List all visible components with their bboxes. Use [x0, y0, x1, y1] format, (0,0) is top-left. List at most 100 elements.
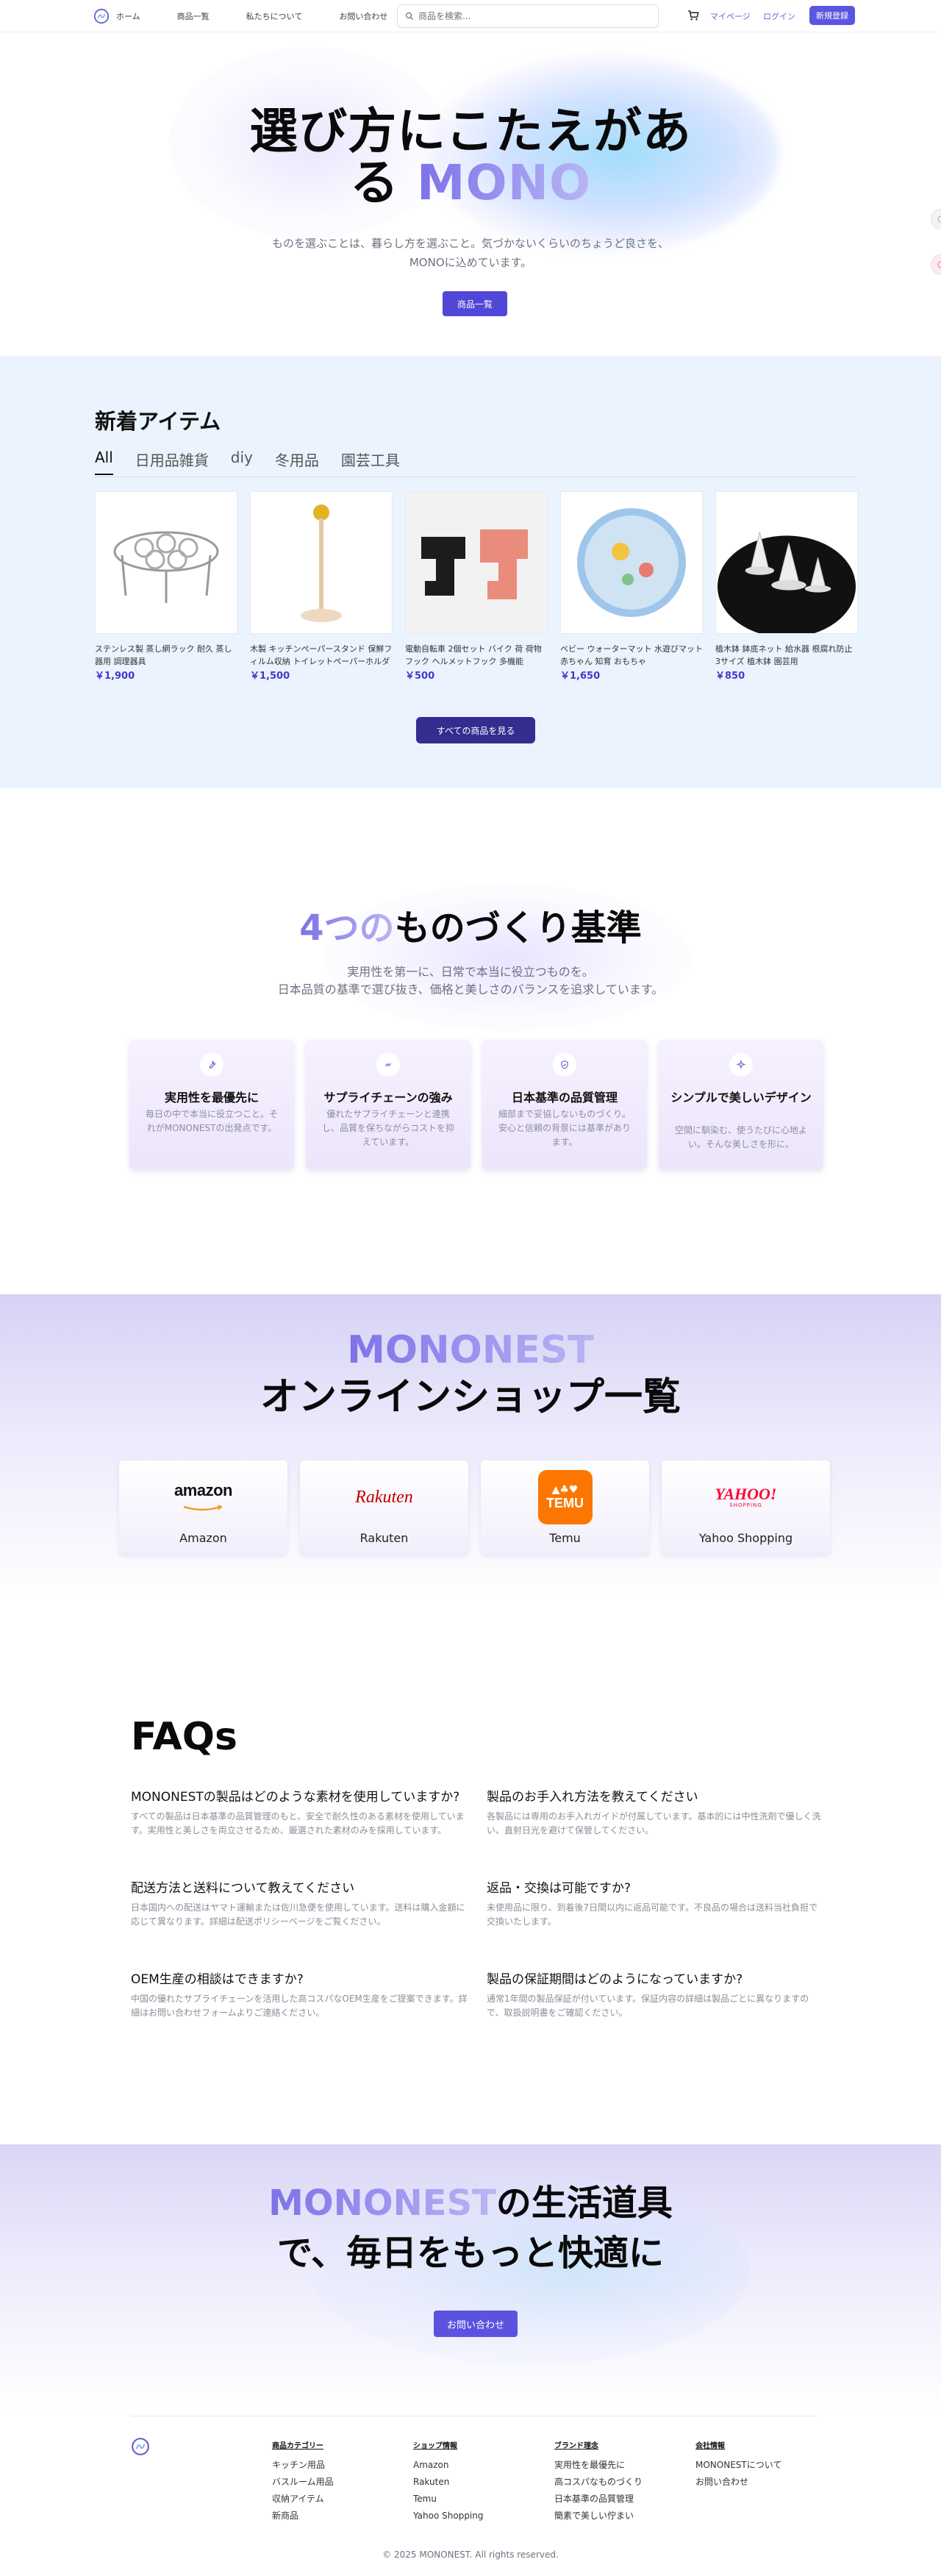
product-name[interactable]: 木製 キッチンペーパースタンド 保鮮フィルム収納 トイレットペーパーホルダー — [250, 643, 393, 668]
yahoo-logo-subtext: SHOPPING — [729, 1502, 762, 1508]
side-widget-icon-2[interactable] — [931, 254, 941, 275]
faq-answer: すべての製品は日本基準の品質管理のもと、安全で耐久性のある素材を使用しています。… — [131, 1811, 465, 1835]
shop-card-rakuten[interactable]: Rakuten Rakuten — [300, 1460, 468, 1555]
footer-link[interactable]: 日本基準の品質管理 — [554, 2491, 643, 2508]
product-image-pot-net[interactable] — [715, 491, 858, 634]
footer-link[interactable]: 収納アイテム — [272, 2491, 334, 2508]
faq-answer: 通常1年間の製品保証が付いています。保証内容の詳細は製品ごとに異なりますので、取… — [487, 1994, 809, 2018]
mypage-link[interactable]: マイページ — [710, 10, 751, 22]
hero-subtitle: ものを選ぶことは、暮らし方を選ぶこと。気づかないくらいのちょうど良さを、 MON… — [221, 234, 720, 272]
main-nav: ホーム 商品一覧 私たちについて お問い合わせ — [116, 0, 424, 32]
product-image-water-mat[interactable] — [560, 491, 703, 634]
product-price: ￥1,900 — [95, 671, 135, 682]
rakuten-logo: Rakuten — [300, 1468, 468, 1527]
criteria-card: シンプルで美しいデザイン 空間に馴染む、使うたびに心地よい。そんな美しさを形に。 — [659, 1040, 823, 1169]
tab-garden-tools[interactable]: 園芸工具 — [341, 449, 400, 471]
tab-all[interactable]: All — [95, 449, 113, 475]
product-card[interactable]: ステンレス製 蒸し網ラック 耐久 蒸し器用 調理器具 ￥1,900 — [95, 491, 237, 682]
criteria-card-desc: 細部まで妥協しないものづくり。安心と信頼の背景には基準があります。 — [498, 1109, 631, 1147]
faq-answer: 未使用品に限り、到着後7日間以内に返品可能です。不良品の場合は送料当社負担で交換… — [487, 1902, 817, 1927]
yahoo-logo-text: YAHOO! — [715, 1485, 777, 1503]
faq-item: 製品のお手入れ方法を教えてください 各製品には専用のお手入れガイドが付属していま… — [487, 1788, 823, 1838]
product-grid: ステンレス製 蒸し網ラック 耐久 蒸し器用 調理器具 ￥1,900 木製 キッチ… — [95, 491, 870, 682]
shop-name[interactable]: Amazon — [119, 1531, 287, 1545]
nav-home[interactable]: ホーム — [116, 10, 140, 22]
criteria-card: 実用性を最優先に 毎日の中で本当に役立つこと。それがMONONESTの出発点です… — [129, 1040, 294, 1169]
product-list-button[interactable]: 商品一覧 — [443, 291, 507, 316]
shield-icon — [553, 1053, 576, 1077]
search-icon — [405, 12, 413, 20]
shops-title-main: オンラインショップ一覧 — [260, 1375, 681, 1419]
shop-card-temu[interactable]: ▲♣♥ TEMU Temu — [481, 1460, 649, 1555]
product-card[interactable]: 電動自転車 2個セット バイク 荷 荷物フック ヘルメットフック 多機能 ￥50… — [405, 491, 548, 682]
search-input[interactable] — [418, 11, 639, 21]
wrench-icon — [200, 1053, 223, 1077]
hero-title-line2: る — [349, 154, 399, 211]
footer-link[interactable]: Yahoo Shopping — [413, 2508, 484, 2525]
product-name[interactable]: 植木鉢 鉢底ネット 給水器 根腐れ防止 3サイズ 植木鉢 園芸用 — [715, 643, 858, 668]
footer-column-shops: ショップ情報 Amazon Rakuten Temu Yahoo Shoppin… — [413, 2439, 484, 2525]
temu-logo-text: TEMU — [546, 1495, 584, 1510]
product-card[interactable]: 木製 キッチンペーパースタンド 保鮮フィルム収納 トイレットペーパーホルダー ￥… — [250, 491, 393, 682]
product-name[interactable]: 電動自転車 2個セット バイク 荷 荷物フック ヘルメットフック 多機能 — [405, 643, 548, 668]
footer-link[interactable]: Temu — [413, 2491, 484, 2508]
product-price: ￥850 — [715, 671, 745, 682]
product-price: ￥500 — [405, 671, 435, 682]
hero-subtitle-line1: ものを選ぶことは、暮らし方を選ぶこと。気づかないくらいのちょうど良さを、 — [271, 237, 669, 250]
product-name[interactable]: ベビー ウォーターマット 水遊びマット 赤ちゃん 知育 おもちゃ — [560, 643, 703, 668]
footer-link[interactable]: 高コスパなものづくり — [554, 2474, 643, 2491]
contact-button[interactable]: お問い合わせ — [434, 2311, 518, 2337]
tab-diy[interactable]: diy — [231, 449, 253, 471]
shop-name[interactable]: Rakuten — [300, 1531, 468, 1545]
footer-logo-icon[interactable] — [131, 2437, 150, 2456]
product-card[interactable]: ベビー ウォーターマット 水遊びマット 赤ちゃん 知育 おもちゃ ￥1,650 — [560, 491, 703, 682]
side-widget-icon[interactable] — [931, 209, 941, 229]
sparkle-icon — [729, 1053, 753, 1077]
shop-name[interactable]: Temu — [481, 1531, 649, 1545]
criteria-title-accent: 4つの — [299, 907, 395, 949]
criteria-card-title: サプライチェーンの強み — [323, 1091, 453, 1105]
faq-question: 製品のお手入れ方法を教えてください — [487, 1790, 698, 1805]
faq-item: 製品の保証期間はどのようになっていますか? 通常1年間の製品保証が付いています。… — [487, 1971, 823, 2020]
link-icon — [376, 1053, 400, 1077]
signup-button[interactable]: 新規登録 — [809, 6, 855, 25]
cart-icon[interactable] — [687, 9, 700, 22]
footer-column-company: 会社情報 MONONESTについて お問い合わせ — [695, 2439, 781, 2491]
footer-link[interactable]: 実用性を最優先に — [554, 2457, 643, 2474]
tab-daily-goods[interactable]: 日用品雑貨 — [135, 449, 209, 471]
login-link[interactable]: ログイン — [763, 10, 795, 22]
footer-link[interactable]: MONONESTについて — [695, 2457, 781, 2474]
footer-link[interactable]: お問い合わせ — [695, 2474, 781, 2491]
mononest-logo-icon[interactable] — [93, 8, 110, 24]
cta-title-line2: で、毎日をもっと快適に — [276, 2233, 665, 2274]
rakuten-logo-text: Rakuten — [355, 1487, 413, 1507]
shop-name[interactable]: Yahoo Shopping — [662, 1531, 830, 1545]
footer-link[interactable]: キッチン用品 — [272, 2457, 334, 2474]
temu-logo: ▲♣♥ TEMU — [481, 1468, 649, 1527]
footer-link[interactable]: 新商品 — [272, 2508, 334, 2525]
product-card[interactable]: 植木鉢 鉢底ネット 給水器 根腐れ防止 3サイズ 植木鉢 園芸用 ￥850 — [715, 491, 858, 682]
footer-link[interactable]: バスルーム用品 — [272, 2474, 334, 2491]
footer-link[interactable]: Amazon — [413, 2457, 484, 2474]
footer-heading: ブランド理念 — [554, 2442, 598, 2450]
nav-about[interactable]: 私たちについて — [246, 10, 303, 22]
tab-winter[interactable]: 冬用品 — [275, 449, 319, 471]
cta-title: MONONESTの生活道具 で、毎日をもっと快適に — [206, 2178, 735, 2278]
product-name[interactable]: ステンレス製 蒸し網ラック 耐久 蒸し器用 調理器具 — [95, 643, 237, 668]
criteria-card-desc: 優れたサプライチェーンと連携し、品質を保ちながらコストを抑えています。 — [321, 1109, 454, 1147]
nav-contact[interactable]: お問い合わせ — [339, 10, 387, 22]
view-all-products-button[interactable]: すべての商品を見る — [416, 717, 535, 743]
product-image-steamer-rack[interactable] — [95, 491, 237, 634]
product-price: ￥1,500 — [250, 671, 290, 682]
criteria-card-title: シンプルで美しいデザイン — [670, 1091, 812, 1105]
product-image-bike-hooks[interactable] — [405, 491, 548, 634]
product-image-paper-stand[interactable] — [250, 491, 393, 634]
cta-title-line1: の生活道具 — [495, 2183, 673, 2224]
nav-products[interactable]: 商品一覧 — [177, 10, 210, 22]
footer-link[interactable]: 簡素で美しい佇まい — [554, 2508, 643, 2525]
shop-card-yahoo[interactable]: YAHOO! SHOPPING Yahoo Shopping — [662, 1460, 830, 1555]
yahoo-shopping-logo: YAHOO! SHOPPING — [662, 1468, 830, 1527]
footer-link[interactable]: Rakuten — [413, 2474, 484, 2491]
faq-title: FAQs — [131, 1715, 237, 1759]
shop-card-amazon[interactable]: amazon Amazon — [119, 1460, 287, 1555]
